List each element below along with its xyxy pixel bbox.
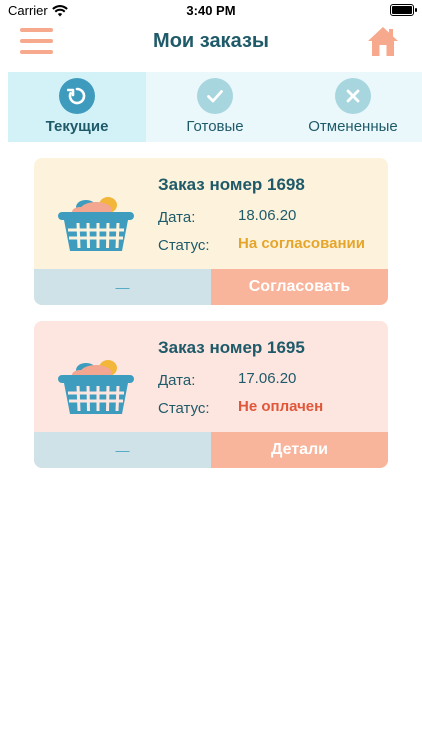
order-date: 18.06.20 [238,207,297,224]
status-label: Статус: [158,400,210,417]
battery-icon [390,4,417,16]
order-actions: — Детали [34,432,388,468]
clock: 3:40 PM [186,3,236,18]
details-button[interactable]: Детали [211,432,388,468]
tab-ready-icon-bg [197,78,233,114]
order-card[interactable]: Заказ номер 1698 Дата: 18.06.20 Статус: … [34,158,388,305]
close-icon [346,89,360,103]
order-title: Заказ номер 1695 [158,338,305,357]
order-date: 17.06.20 [238,370,297,387]
order-tabs: Текущие Готовые Отмененные [8,72,422,142]
tab-current-icon-bg [59,78,95,114]
status-bar: Carrier 3:40 PM [0,0,422,22]
order-actions: — Согласовать [34,269,388,305]
order-status: Не оплачен [238,398,324,415]
refresh-icon [67,87,86,105]
check-icon [207,90,223,103]
tab-cancelled-label: Отмененные [308,118,398,135]
home-button[interactable] [366,24,400,58]
tab-ready[interactable]: Готовые [146,72,284,142]
status-label: Статус: [158,237,210,254]
basket-icon [58,197,134,251]
date-label: Дата: [158,372,196,389]
order-status: На согласовании [238,235,365,252]
home-icon [368,27,398,56]
order-left-cell: — [34,269,211,305]
approve-button[interactable]: Согласовать [211,269,388,305]
nav-bar: Мои заказы [0,22,422,64]
page-title: Мои заказы [153,30,269,52]
order-card[interactable]: Заказ номер 1695 Дата: 17.06.20 Статус: … [34,321,388,468]
tab-ready-label: Готовые [186,118,244,135]
date-label: Дата: [158,209,196,226]
tab-cancelled[interactable]: Отмененные [284,72,422,142]
basket-icon [58,360,134,414]
tab-current-label: Текущие [45,118,109,135]
tab-cancelled-icon-bg [335,78,371,114]
order-left-cell: — [34,432,211,468]
tab-current[interactable]: Текущие [8,72,146,142]
order-title: Заказ номер 1698 [158,175,305,194]
